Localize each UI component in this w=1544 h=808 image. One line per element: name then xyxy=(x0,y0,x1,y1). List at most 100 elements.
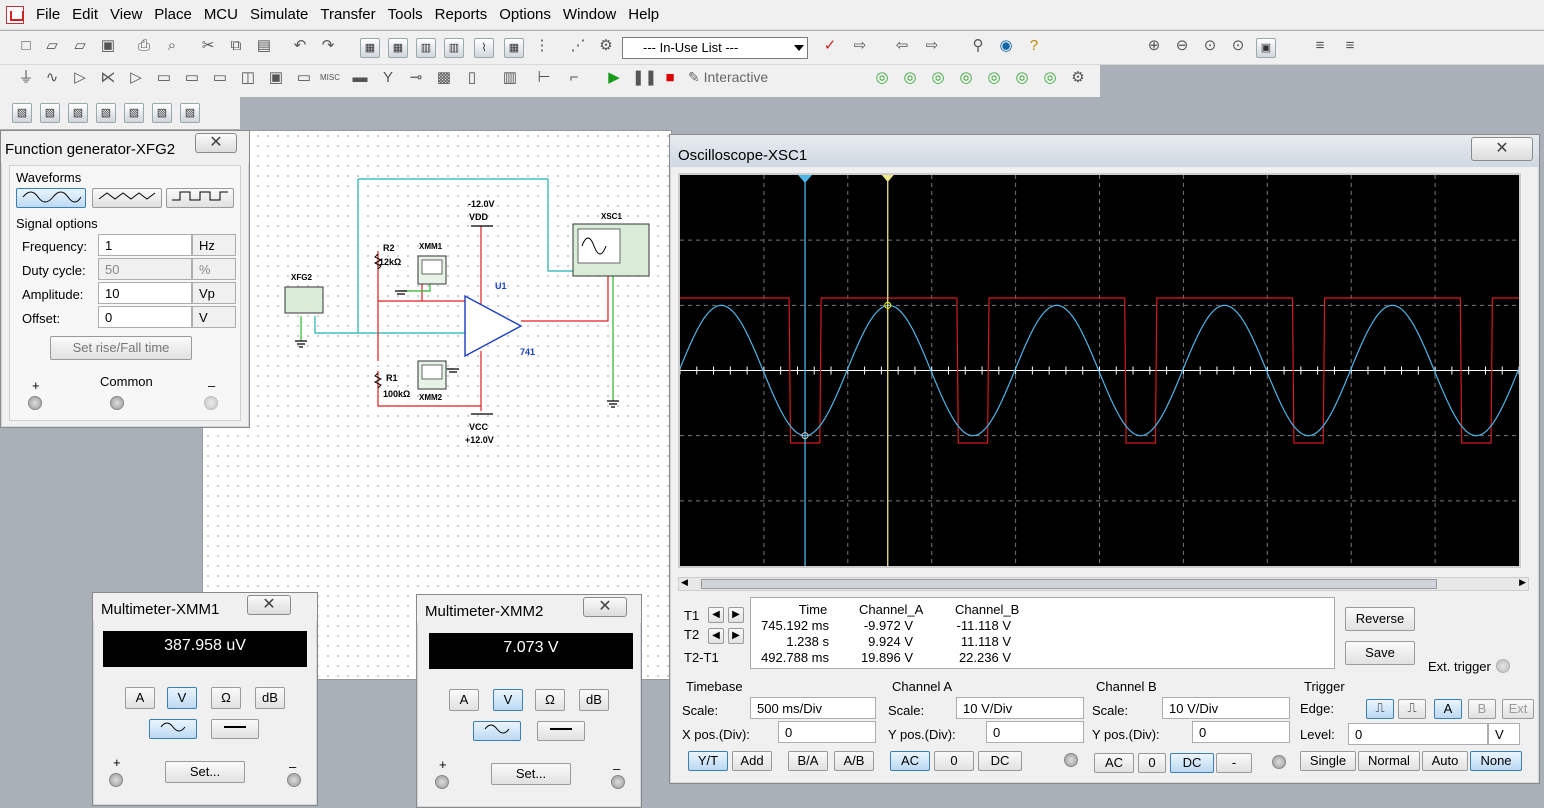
place-ttl-icon[interactable]: ▭ xyxy=(154,69,174,89)
paste-icon[interactable]: ▤ xyxy=(254,37,274,57)
triangle-wave-button[interactable] xyxy=(92,188,162,208)
place-bus-icon[interactable]: ▥ xyxy=(500,69,520,89)
mm2-set-button[interactable]: Set... xyxy=(491,763,571,785)
print-preview-icon[interactable]: ⌕ xyxy=(162,37,182,57)
instrument-6-icon[interactable]: ▧ xyxy=(152,103,172,123)
t1-right-arrow-icon[interactable]: ▶ xyxy=(728,607,744,623)
scrollbar-thumb[interactable] xyxy=(701,579,1437,589)
place-source-icon[interactable]: ⏚ xyxy=(16,69,36,89)
cut-icon[interactable]: ✂ xyxy=(198,37,218,57)
align-icon[interactable]: ≡ xyxy=(1310,37,1330,57)
pause-icon[interactable]: ❚❚ xyxy=(632,69,657,89)
chb-ac-button[interactable]: AC xyxy=(1094,753,1134,773)
web-icon[interactable]: ◉ xyxy=(996,37,1016,57)
stop-icon[interactable]: ■ xyxy=(660,69,680,89)
place-advanced-icon[interactable]: ▬ xyxy=(350,69,370,89)
in-use-list-dropdown[interactable]: --- In-Use List --- xyxy=(622,37,808,59)
mm1-set-button[interactable]: Set... xyxy=(165,761,245,783)
chb-scale-input[interactable]: 10 V/Div xyxy=(1162,697,1290,719)
opamp-symbol[interactable] xyxy=(464,294,523,358)
duty-cycle-unit[interactable]: % xyxy=(192,258,236,280)
probe-voltage-icon[interactable]: ◎ xyxy=(872,69,892,89)
ammeter-button[interactable]: A xyxy=(449,689,479,711)
probe-settings-icon[interactable]: ◎ xyxy=(1040,69,1060,89)
backannotate-icon[interactable]: ⚙ xyxy=(596,37,616,57)
chb-zero-button[interactable]: 0 xyxy=(1138,753,1166,773)
a-over-b-button[interactable]: A/B xyxy=(834,751,874,771)
full-screen-icon[interactable]: ▣ xyxy=(1256,38,1276,58)
close-icon[interactable]: ✕ xyxy=(247,595,291,615)
voltmeter-button[interactable]: V xyxy=(493,689,523,711)
level-input[interactable]: 0 xyxy=(1348,723,1488,745)
cha-ac-button[interactable]: AC xyxy=(890,751,930,771)
frequency-input[interactable]: 1 xyxy=(98,234,192,256)
cha-dc-button[interactable]: DC xyxy=(978,751,1022,771)
menu-reports[interactable]: Reports xyxy=(429,0,494,30)
xpos-input[interactable]: 0 xyxy=(778,721,876,743)
probe-digital-icon[interactable]: ◎ xyxy=(1012,69,1032,89)
instrument-5-icon[interactable]: ▧ xyxy=(124,103,144,123)
place-diode-icon[interactable]: ▷ xyxy=(70,69,90,89)
component-wizard-icon[interactable]: ▥ xyxy=(416,38,436,58)
duty-cycle-input[interactable]: 50 xyxy=(98,258,192,280)
close-icon[interactable]: ✕ xyxy=(195,133,237,153)
save-button[interactable]: Save xyxy=(1345,641,1415,665)
zoom-fit-icon[interactable]: ⊙ xyxy=(1228,37,1248,57)
mm1-plus-terminal[interactable] xyxy=(109,773,123,787)
zoom-area-icon[interactable]: ⊙ xyxy=(1200,37,1220,57)
instrument-3-icon[interactable]: ▧ xyxy=(68,103,88,123)
set-rise-fall-button[interactable]: Set rise/Fall time xyxy=(50,336,192,360)
add-button[interactable]: Add xyxy=(732,751,772,771)
place-electromech-icon[interactable]: ⊸ xyxy=(406,69,426,89)
menu-options[interactable]: Options xyxy=(493,0,557,30)
database-manager-icon[interactable]: ▥ xyxy=(444,38,464,58)
menu-tools[interactable]: Tools xyxy=(382,0,429,30)
open-folder-icon[interactable]: ▱ xyxy=(42,37,62,57)
trigger-source-b-button[interactable]: B xyxy=(1468,699,1496,719)
menu-simulate[interactable]: Simulate xyxy=(244,0,314,30)
place-cmos-icon[interactable]: ▭ xyxy=(182,69,202,89)
menu-transfer[interactable]: Transfer xyxy=(314,0,381,30)
trigger-source-a-button[interactable]: A xyxy=(1434,699,1462,719)
t2-left-arrow-icon[interactable]: ◀ xyxy=(708,628,724,644)
hierarchy-icon[interactable]: ⋮ xyxy=(532,37,552,57)
amplitude-input[interactable]: 10 xyxy=(98,282,192,304)
menu-mcu[interactable]: MCU xyxy=(198,0,244,30)
none-button[interactable]: None xyxy=(1470,751,1522,771)
yt-button[interactable]: Y/T xyxy=(688,751,728,771)
mm2-minus-terminal[interactable] xyxy=(611,775,625,789)
common-terminal[interactable] xyxy=(110,396,124,410)
single-button[interactable]: Single xyxy=(1300,751,1356,771)
mm1-minus-terminal[interactable] xyxy=(287,773,301,787)
frequency-unit[interactable]: Hz xyxy=(192,234,236,256)
ac-mode-button[interactable] xyxy=(473,721,521,741)
place-mcu-icon[interactable]: ▩ xyxy=(434,69,454,89)
ohmmeter-button[interactable]: Ω xyxy=(535,689,565,711)
instrument-4-icon[interactable]: ▧ xyxy=(96,103,116,123)
back-annotate-icon[interactable]: ⇦ xyxy=(892,37,912,57)
new-file-icon[interactable]: □ xyxy=(16,37,36,57)
spreadsheet-icon[interactable]: ▦ xyxy=(388,38,408,58)
interactive-mode-label[interactable]: ✎ Interactive xyxy=(688,69,768,86)
scroll-right-icon[interactable]: ▶ xyxy=(1519,577,1526,588)
voltmeter-button[interactable]: V xyxy=(167,687,197,709)
erc-check-icon[interactable]: ✓ xyxy=(820,37,840,57)
decibel-button[interactable]: dB xyxy=(255,687,285,709)
print-icon[interactable]: ⎙ xyxy=(134,37,154,57)
transfer-icon[interactable]: ⇨ xyxy=(850,37,870,57)
copy-icon[interactable]: ⧉ xyxy=(226,37,246,57)
chb-terminal[interactable] xyxy=(1272,755,1286,769)
instrument-2-icon[interactable]: ▧ xyxy=(40,103,60,123)
redo-icon[interactable]: ↷ xyxy=(318,37,338,57)
place-analog-icon[interactable]: ▷ xyxy=(126,69,146,89)
ohmmeter-button[interactable]: Ω xyxy=(211,687,241,709)
t2-right-arrow-icon[interactable]: ▶ xyxy=(728,628,744,644)
offset-unit[interactable]: V xyxy=(192,306,236,328)
zoom-out-icon[interactable]: ⊖ xyxy=(1172,37,1192,57)
sine-wave-button[interactable] xyxy=(16,188,86,208)
menu-help[interactable]: Help xyxy=(622,0,665,30)
cha-zero-button[interactable]: 0 xyxy=(934,751,974,771)
place-basic-icon[interactable]: ∿ xyxy=(42,69,62,89)
ext-trigger-terminal[interactable] xyxy=(1496,659,1510,673)
reverse-button[interactable]: Reverse xyxy=(1345,607,1415,631)
